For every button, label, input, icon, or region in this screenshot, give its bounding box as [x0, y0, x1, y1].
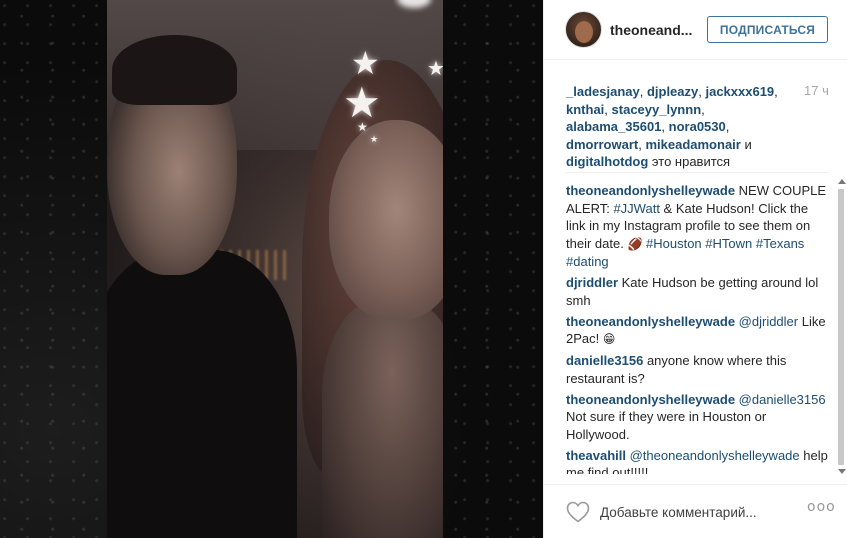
star-sticker-icon: ★: [427, 56, 443, 80]
emoji-icon: 🏈: [627, 236, 643, 251]
comment: theoneandonlyshelleywade @danielle3156 N…: [566, 391, 828, 444]
avatar[interactable]: [565, 11, 602, 48]
likes-summary: _ladesjanay, djpleazy, jackxxx619, kntha…: [566, 84, 778, 169]
comment: danielle3156 anyone know where this rest…: [566, 352, 828, 387]
post-footer: ooo: [544, 484, 847, 538]
liker-link[interactable]: _ladesjanay: [566, 84, 640, 99]
post-photo[interactable]: ★ ★ ★ ★ ★: [0, 0, 543, 538]
scroll-up-arrow-icon[interactable]: [838, 179, 846, 184]
hashtag-link[interactable]: #Texans: [756, 236, 804, 251]
comment-username-link[interactable]: theoneandonlyshelleywade: [566, 392, 735, 407]
photo-man-body: [107, 250, 297, 538]
comment: theoneandonlyshelleywade NEW COUPLE ALER…: [566, 182, 828, 271]
post-username[interactable]: theoneand...: [610, 22, 692, 38]
photo-woman-neck: [322, 300, 443, 538]
post-header: theoneand... ПОДПИСАТЬСЯ: [544, 0, 847, 60]
follow-button[interactable]: ПОДПИСАТЬСЯ: [707, 16, 828, 43]
comments-list: theoneandonlyshelleywade NEW COUPLE ALER…: [566, 182, 828, 474]
hashtag-link[interactable]: #Houston: [646, 236, 702, 251]
likes-suffix: это нравится: [648, 154, 731, 169]
liker-link[interactable]: jackxxx619: [705, 84, 774, 99]
comment: theavahill @theoneandonlyshelleywade hel…: [566, 447, 828, 475]
comment-username-link[interactable]: danielle3156: [566, 353, 643, 368]
photo-man-hair: [112, 35, 237, 105]
heart-icon[interactable]: [566, 501, 590, 523]
comment-text: Not sure if they were in Houston or Holl…: [566, 409, 767, 442]
photo-woman-face: [329, 120, 443, 320]
comment: theoneandonlyshelleywade @djriddler Like…: [566, 313, 828, 349]
comment-username-link[interactable]: djriddler: [566, 275, 618, 290]
comment-username-link[interactable]: theavahill: [566, 448, 626, 463]
liker-link[interactable]: staceyy_lynnn: [612, 102, 702, 117]
liker-link[interactable]: djpleazy: [647, 84, 698, 99]
liker-link[interactable]: knthai: [566, 102, 604, 117]
scroll-down-arrow-icon[interactable]: [838, 469, 846, 474]
scroll-thumb[interactable]: [838, 189, 844, 465]
liker-link[interactable]: digitalhotdog: [566, 154, 648, 169]
liker-link[interactable]: dmorrowart: [566, 137, 638, 152]
liker-link[interactable]: nora0530: [669, 119, 726, 134]
comment: djriddler Kate Hudson be getting around …: [566, 274, 828, 309]
likes-and-word: и: [740, 136, 752, 152]
comment-input[interactable]: [600, 501, 800, 523]
star-sticker-icon: ★: [357, 120, 368, 134]
hashtag-link[interactable]: #HTown: [705, 236, 752, 251]
star-sticker-icon: ★: [351, 44, 380, 82]
emoji-icon: 😁: [602, 332, 616, 346]
comment-username-link[interactable]: theoneandonlyshelleywade: [566, 314, 735, 329]
post-timestamp: 17 ч: [804, 83, 829, 98]
hashtag-link[interactable]: #dating: [566, 254, 609, 269]
liker-link[interactable]: alabama_35601: [566, 119, 661, 134]
photo-frame: ★ ★ ★ ★ ★: [107, 0, 443, 538]
comment-username-link[interactable]: theoneandonlyshelleywade: [566, 183, 735, 198]
more-options-icon[interactable]: ooo: [807, 499, 836, 515]
hashtag-link[interactable]: #JJWatt: [613, 201, 659, 216]
mention-link[interactable]: @djriddler: [739, 314, 798, 329]
mention-link[interactable]: @danielle3156: [739, 392, 826, 407]
mention-link[interactable]: @theoneandonlyshelleywade: [630, 448, 800, 463]
liker-link[interactable]: mikeadamonair: [645, 137, 740, 152]
comments-scrollbar[interactable]: [836, 173, 846, 483]
post-side-panel: theoneand... ПОДПИСАТЬСЯ _ladesjanay, dj…: [543, 0, 847, 538]
star-sticker-icon: ★: [370, 135, 379, 145]
divider: [566, 172, 828, 173]
